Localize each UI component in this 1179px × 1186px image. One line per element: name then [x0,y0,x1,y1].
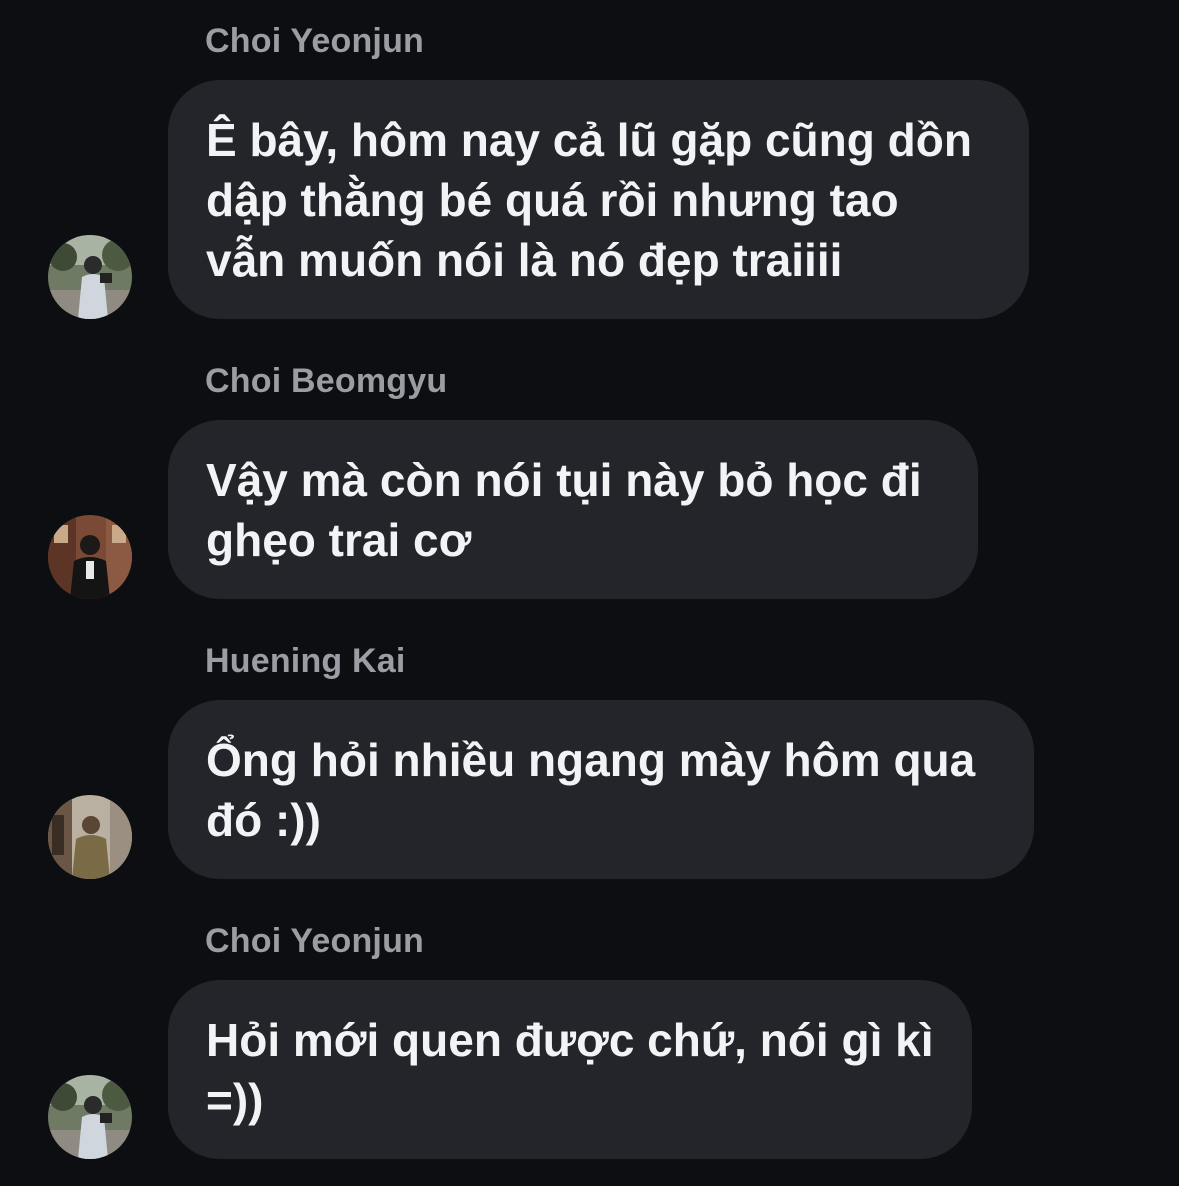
user-photo-avatar[interactable] [48,795,132,879]
user-photo-avatar[interactable] [48,235,132,319]
user-photo-avatar[interactable] [48,1075,132,1159]
sender-name: Huening Kai [205,642,406,680]
avatar-photo-icon [48,235,132,319]
avatar-photo-icon [48,1075,132,1159]
message-bubble[interactable]: Hỏi mới quen được chứ, nói gì kì =)) [168,980,972,1159]
avatar-photo-icon [48,515,132,599]
sender-name: Choi Yeonjun [205,22,425,60]
message-bubble[interactable]: Vậy mà còn nói tụi này bỏ học đi ghẹo tr… [168,420,978,599]
avatar-photo-icon [48,795,132,879]
message-bubble[interactable]: Ê bây, hôm nay cả lũ gặp cũng dồn dập th… [168,80,1029,319]
sender-name: Choi Beomgyu [205,362,448,400]
user-photo-avatar[interactable] [48,515,132,599]
message-bubble[interactable]: Ổng hỏi nhiều ngang mày hôm qua đó :)) [168,700,1034,879]
sender-name: Choi Yeonjun [205,922,425,960]
